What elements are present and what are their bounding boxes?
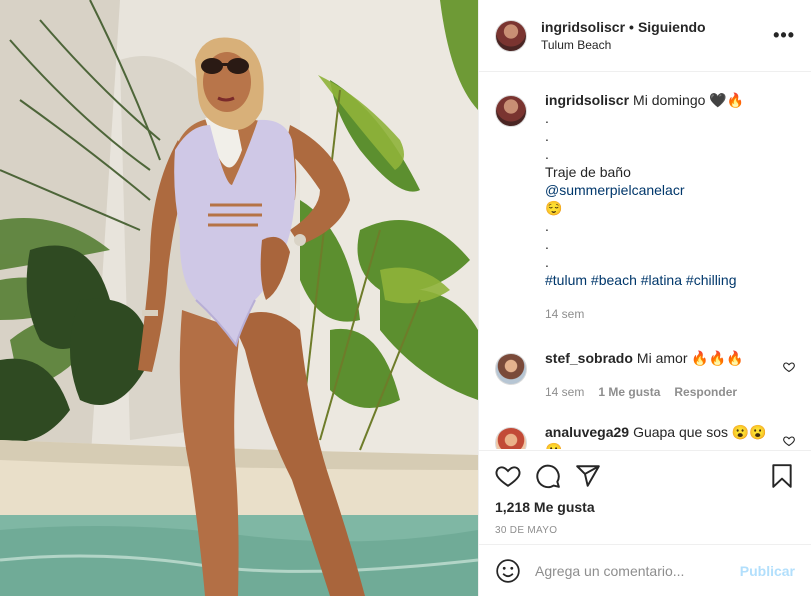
share-paper-plane-icon[interactable]: [575, 463, 601, 489]
caption-body: ingridsoliscr Mi domingo 🖤🔥 . . . Traje d…: [545, 91, 795, 323]
caption-line: 😌: [545, 200, 563, 216]
post-actions: 1,218 Me gusta 30 DE MAYO: [479, 450, 811, 536]
hashtag-link[interactable]: #chilling: [686, 272, 737, 288]
caption-username[interactable]: ingridsoliscr: [545, 92, 629, 108]
caption-text: Mi domingo 🖤🔥: [633, 92, 745, 108]
caption-line: .: [545, 254, 549, 270]
comment-likes[interactable]: 1 Me gusta: [598, 383, 660, 401]
following-button[interactable]: Siguiendo: [638, 19, 706, 35]
post-side-panel: ingridsoliscr • Siguiendo Tulum Beach ••• …: [478, 0, 811, 596]
comment-bubble-icon[interactable]: [535, 463, 561, 489]
caption-line: .: [545, 218, 549, 234]
commenter-avatar[interactable]: [495, 427, 527, 449]
author-username[interactable]: ingridsoliscr: [541, 19, 625, 35]
author-meta: ingridsoliscr • Siguiendo Tulum Beach: [541, 18, 773, 54]
caption-line: .: [545, 128, 549, 144]
emoji-smiley-icon[interactable]: [495, 558, 521, 584]
caption-time[interactable]: 14 sem: [545, 305, 584, 323]
more-horizontal-icon[interactable]: •••: [773, 25, 795, 46]
comments-list[interactable]: ingridsoliscr Mi domingo 🖤🔥 . . . Traje d…: [479, 73, 811, 449]
like-comment-heart-icon[interactable]: [783, 361, 795, 373]
add-comment-bar: Publicar: [479, 544, 811, 596]
commenter-avatar[interactable]: [495, 353, 527, 385]
commenter-username[interactable]: stef_sobrado: [545, 350, 633, 366]
caption: ingridsoliscr Mi domingo 🖤🔥 . . . Traje d…: [495, 91, 795, 323]
hashtag-link[interactable]: #beach: [591, 272, 637, 288]
post-header: ingridsoliscr • Siguiendo Tulum Beach •••: [479, 0, 811, 72]
likes-count[interactable]: 1,218 Me gusta: [495, 499, 795, 515]
post-photo[interactable]: [0, 0, 478, 596]
caption-avatar[interactable]: [495, 95, 527, 127]
post-date[interactable]: 30 DE MAYO: [495, 525, 795, 536]
hashtag-link[interactable]: #latina: [641, 272, 682, 288]
caption-line: .: [545, 236, 549, 252]
caption-line: .: [545, 146, 549, 162]
caption-line: Traje de baño: [545, 164, 631, 180]
reply-button[interactable]: Responder: [674, 383, 737, 401]
author-avatar[interactable]: [495, 19, 527, 52]
separator-dot: •: [629, 18, 634, 35]
beach-photo-illustration: [0, 0, 478, 596]
comment-time[interactable]: 14 sem: [545, 383, 584, 401]
post-location[interactable]: Tulum Beach: [541, 36, 773, 54]
caption-line: .: [545, 110, 549, 126]
commenter-username[interactable]: analuvega29: [545, 424, 629, 440]
hashtag-link[interactable]: #tulum: [545, 272, 587, 288]
comment-body: stef_sobrado Mi amor 🔥🔥🔥 14 sem 1 Me gust…: [545, 349, 795, 401]
mention-link[interactable]: @summerpielcanelacr: [545, 182, 684, 198]
comment: analuvega29Guapa que sos 😮😮😮: [495, 423, 795, 449]
comment-body: analuvega29Guapa que sos 😮😮😮: [545, 423, 795, 449]
like-comment-heart-icon[interactable]: [783, 435, 795, 447]
like-heart-icon[interactable]: [495, 463, 521, 489]
action-icons: [495, 463, 795, 489]
post-dialog: ingridsoliscr • Siguiendo Tulum Beach ••• …: [0, 0, 811, 596]
comment-input[interactable]: [535, 562, 740, 579]
comment: stef_sobrado Mi amor 🔥🔥🔥 14 sem 1 Me gust…: [495, 349, 795, 401]
publish-button[interactable]: Publicar: [740, 563, 795, 579]
comment-text: Mi amor 🔥🔥🔥: [636, 350, 744, 366]
save-bookmark-icon[interactable]: [769, 463, 795, 489]
